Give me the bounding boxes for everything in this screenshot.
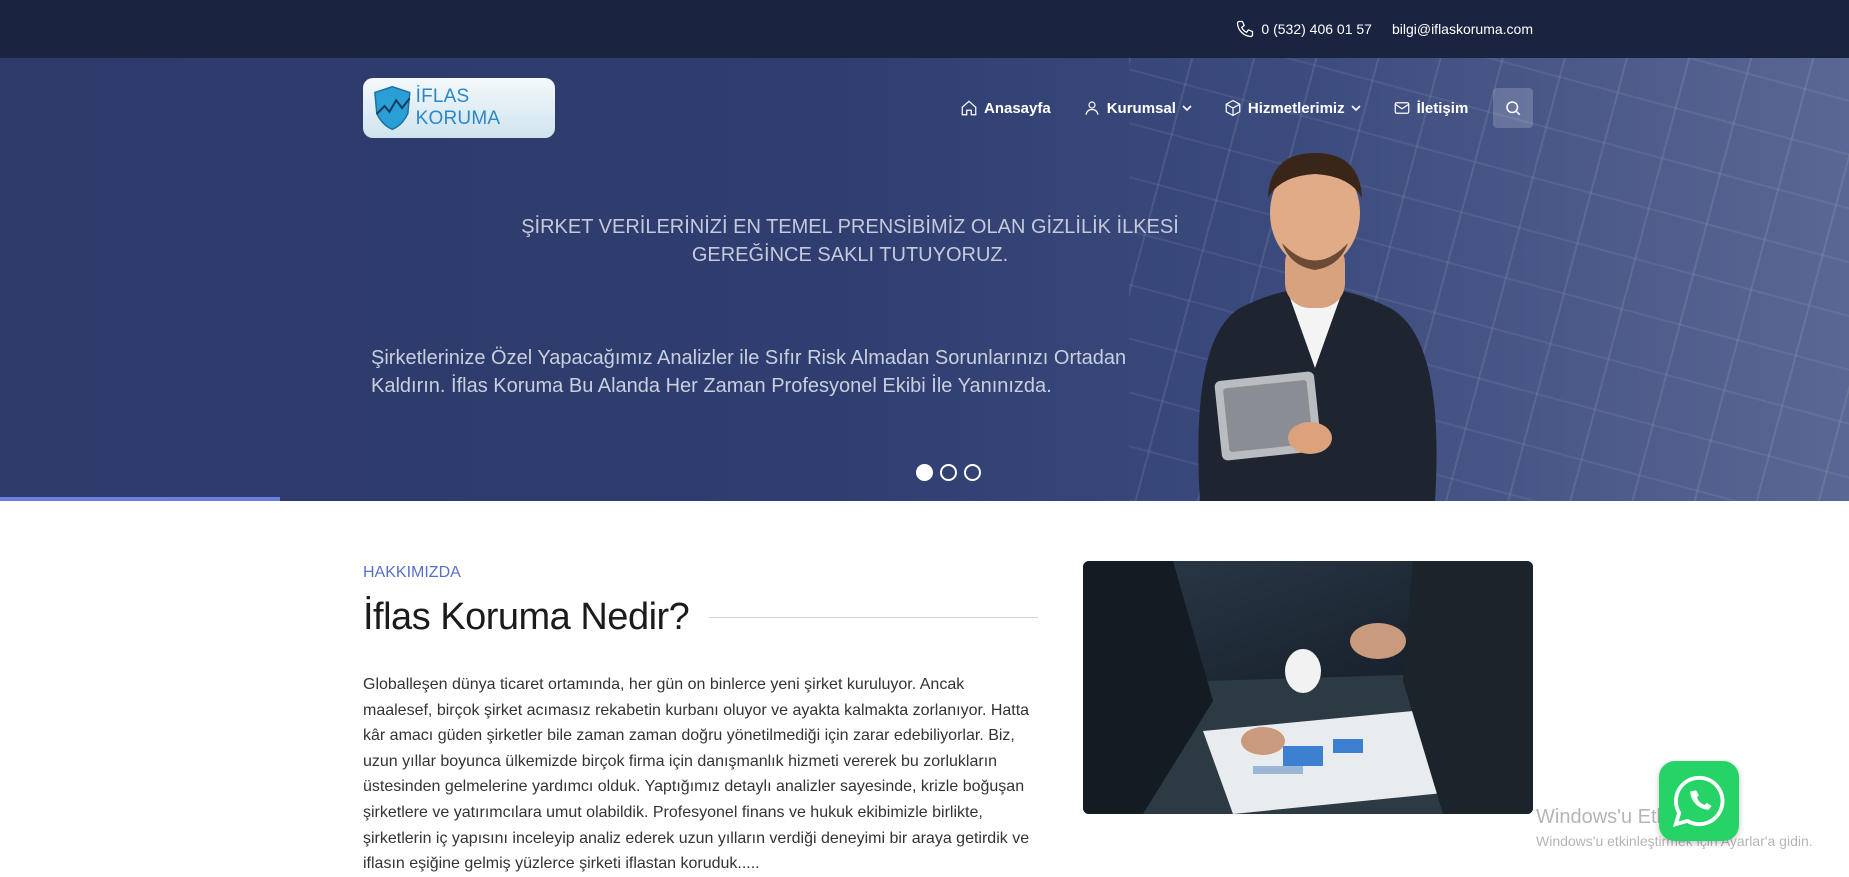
title-divider <box>709 617 1038 618</box>
chevron-down-icon <box>1182 105 1192 112</box>
nav-label-iletisim: İletişim <box>1416 99 1469 117</box>
meeting-photo-illustration <box>1083 561 1533 814</box>
mail-icon <box>1394 102 1409 114</box>
hero-headline: ŞİRKET VERİLERİNİZİ EN TEMEL PRENSİBİMİZ… <box>521 216 1179 266</box>
user-icon <box>1085 101 1099 115</box>
slider-dot-2[interactable] <box>940 464 957 481</box>
section-eyebrow: HAKKIMIZDA <box>363 564 461 581</box>
box-icon <box>1225 99 1241 117</box>
phone-number: 0 (532) 406 01 57 <box>1261 21 1372 37</box>
top-bar: 0 (532) 406 01 57 bilgi@iflaskoruma.com <box>0 0 1849 58</box>
chevron-down-icon <box>1351 105 1361 112</box>
nav-label-anasayfa: Anasayfa <box>984 99 1051 117</box>
nav-item-hizmetlerimiz[interactable]: Hizmetlerimiz <box>1224 99 1361 117</box>
logo-text: İFLAS KORUMA <box>415 86 501 129</box>
slider-dot-3[interactable] <box>964 464 981 481</box>
main-nav: Anasayfa Kurumsal Hizmetlerimiz İletişim <box>960 88 1468 128</box>
hero-subline: Şirketlerinize Özel Yapacağımız Analizle… <box>371 347 1127 397</box>
search-button[interactable] <box>1493 88 1533 128</box>
site-logo[interactable]: İFLAS KORUMA <box>363 78 555 138</box>
section-title-row: İflas Koruma Nedir? <box>363 596 1038 639</box>
nav-label-kurumsal: Kurumsal <box>1106 99 1176 117</box>
phone-link[interactable]: 0 (532) 406 01 57 <box>1235 19 1372 39</box>
nav-label-hizmetlerimiz: Hizmetlerimiz <box>1247 99 1345 117</box>
slider-progress-bar <box>0 497 280 501</box>
section-title: İflas Koruma Nedir? <box>363 596 690 638</box>
nav-item-kurumsal[interactable]: Kurumsal <box>1083 99 1192 117</box>
home-icon <box>961 100 977 116</box>
contact-info: 0 (532) 406 01 57 bilgi@iflaskoruma.com <box>1235 0 1533 58</box>
whatsapp-icon <box>1672 775 1725 828</box>
email-link[interactable]: bilgi@iflaskoruma.com <box>1392 21 1533 37</box>
about-paragraph: Globalleşen dünya ticaret ortamında, her… <box>363 676 1030 873</box>
shield-logo-icon <box>374 85 411 131</box>
whatsapp-button[interactable] <box>1659 761 1739 841</box>
meeting-photo <box>1083 561 1533 814</box>
slider-dot-1[interactable] <box>916 464 933 481</box>
phone-icon <box>1237 20 1254 38</box>
nav-item-anasayfa[interactable]: Anasayfa <box>960 99 1051 117</box>
nav-item-iletisim[interactable]: İletişim <box>1393 99 1469 117</box>
search-icon <box>1506 101 1521 116</box>
businessman-image <box>1198 153 1437 501</box>
hero-slider: İFLAS KORUMA Anasayfa Kurumsal Hizmetler… <box>0 58 1849 501</box>
slider-dots <box>916 464 981 481</box>
